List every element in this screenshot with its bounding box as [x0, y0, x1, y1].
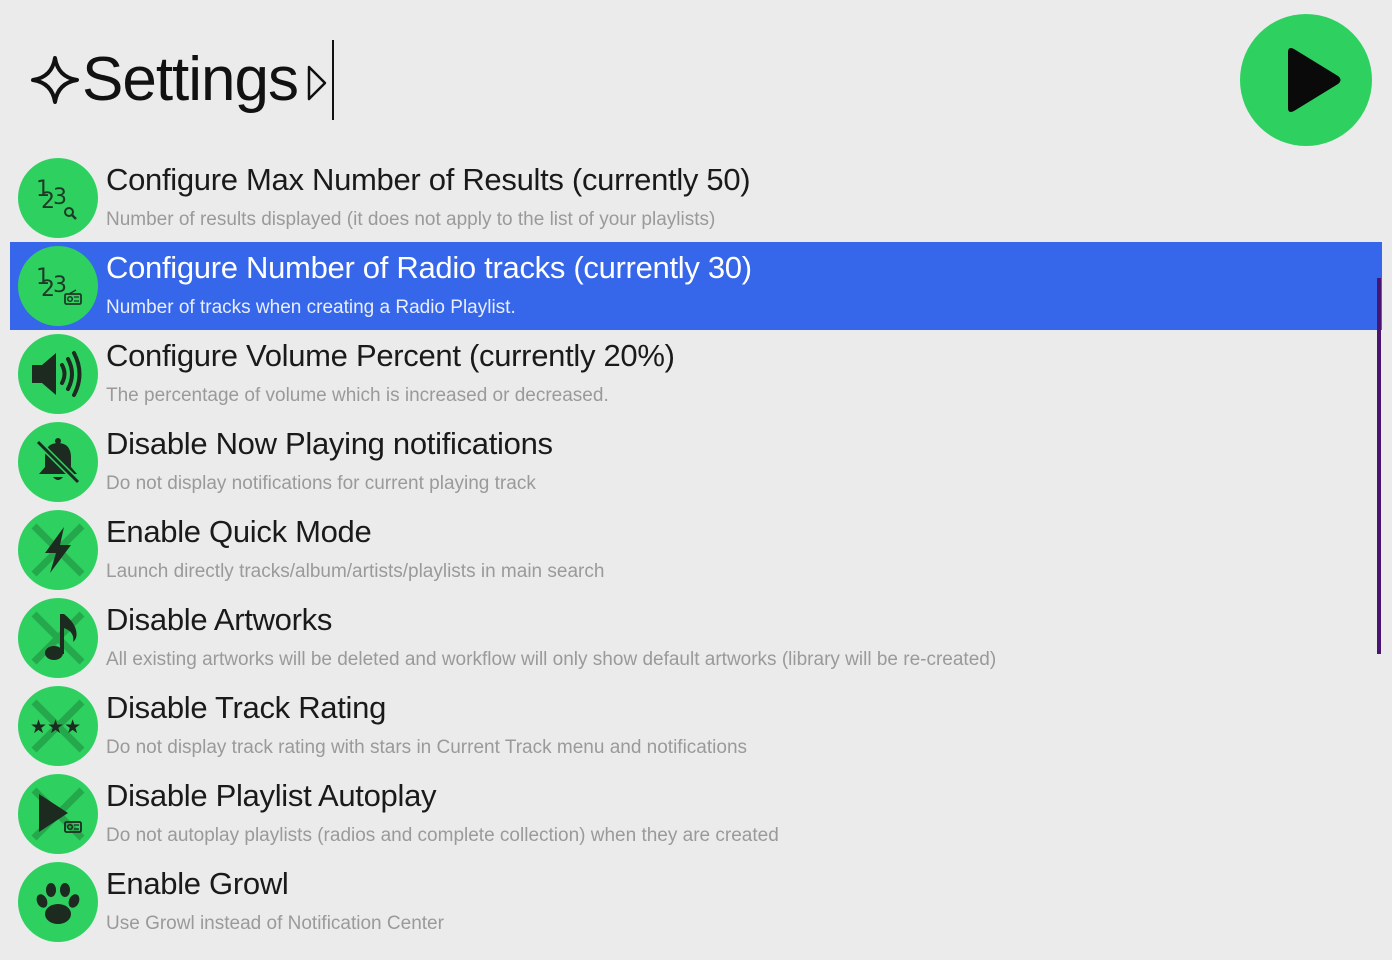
- scrollbar[interactable]: [1377, 278, 1381, 654]
- result-subtitle: All existing artworks will be deleted an…: [106, 649, 997, 670]
- number-search-icon: 1 2 3: [18, 158, 98, 238]
- disclosure-triangle-icon: [307, 65, 327, 101]
- result-title: Enable Quick Mode: [106, 514, 372, 549]
- result-item-track-rating[interactable]: ★★★ Disable Track Rating Do not display …: [10, 682, 1382, 770]
- svg-text:★★★: ★★★: [30, 716, 81, 738]
- text-cursor: [332, 40, 335, 120]
- result-title: Disable Track Rating: [106, 690, 387, 725]
- number-radio-icon: 1 2 3: [18, 246, 98, 326]
- lightning-icon: [18, 510, 98, 590]
- result-subtitle: Launch directly tracks/album/artists/pla…: [106, 561, 605, 582]
- svg-text:3: 3: [53, 185, 67, 210]
- search-input[interactable]: Settings: [30, 40, 335, 120]
- result-title: Disable Playlist Autoplay: [106, 778, 437, 813]
- bell-off-icon: [18, 422, 98, 502]
- result-title: Disable Now Playing notifications: [106, 426, 553, 461]
- result-title: Configure Number of Radio tracks (curren…: [106, 250, 752, 285]
- search-query: Settings: [82, 45, 299, 114]
- result-item-growl[interactable]: Enable Growl Use Growl instead of Notifi…: [10, 858, 1382, 946]
- search-bar[interactable]: Settings: [30, 38, 335, 122]
- result-item-quick-mode[interactable]: Enable Quick Mode Launch directly tracks…: [10, 506, 1382, 594]
- result-subtitle: Do not display notifications for current…: [106, 473, 536, 494]
- result-item-max-results[interactable]: 1 2 3 Configure Max Number of Results (c…: [10, 154, 1382, 242]
- result-subtitle: The percentage of volume which is increa…: [106, 385, 609, 406]
- result-item-volume-percent[interactable]: Configure Volume Percent (currently 20%)…: [10, 330, 1382, 418]
- stars-off-icon: ★★★: [18, 686, 98, 766]
- result-title: Configure Volume Percent (currently 20%): [106, 338, 675, 373]
- result-subtitle: Use Growl instead of Notification Center: [106, 913, 444, 934]
- result-subtitle: Number of tracks when creating a Radio P…: [106, 297, 516, 318]
- result-item-artworks[interactable]: Disable Artworks All existing artworks w…: [10, 594, 1382, 682]
- music-note-off-icon: [18, 598, 98, 678]
- result-title: Disable Artworks: [106, 602, 333, 637]
- sparkle-icon: [31, 56, 79, 104]
- result-title: Enable Growl: [106, 866, 289, 901]
- result-item-radio-tracks[interactable]: 1 2 3 Configure Number of Radio tracks (…: [10, 242, 1382, 330]
- result-subtitle: Do not display track rating with stars i…: [106, 737, 748, 758]
- result-subtitle: Number of results displayed (it does not…: [106, 209, 716, 230]
- paw-icon: [18, 862, 98, 942]
- results-list: 1 2 3 Configure Max Number of Results (c…: [10, 154, 1382, 946]
- result-subtitle: Do not autoplay playlists (radios and co…: [106, 825, 779, 846]
- play-radio-off-icon: [18, 774, 98, 854]
- result-item-now-playing[interactable]: Disable Now Playing notifications Do not…: [10, 418, 1382, 506]
- result-item-playlist-autoplay[interactable]: Disable Playlist Autoplay Do not autopla…: [10, 770, 1382, 858]
- speaker-volume-icon: [18, 334, 98, 414]
- result-title: Configure Max Number of Results (current…: [106, 162, 751, 197]
- app-logo-play-icon: [1240, 14, 1372, 146]
